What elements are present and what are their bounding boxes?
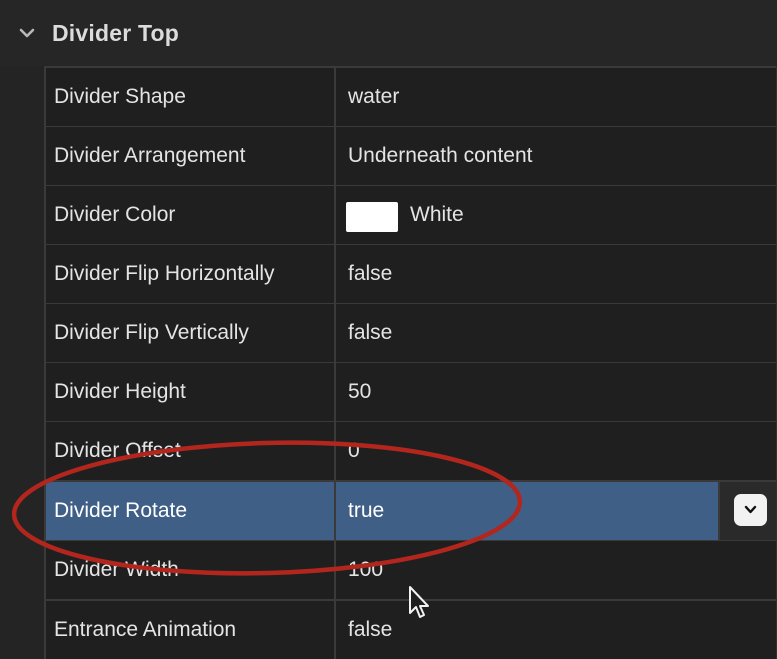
property-name-cell: Divider Height [46,363,334,421]
property-name: Divider Offset [54,439,181,462]
property-value-cell[interactable]: White [336,186,776,244]
dropdown-area [720,482,776,540]
property-row-divider-color[interactable]: Divider Color White [44,186,776,244]
property-name-cell: Divider Arrangement [46,127,334,185]
property-name-cell: Divider Color [46,186,334,244]
property-name: Divider Flip Vertically [54,321,249,344]
property-value-cell[interactable]: Underneath content [336,127,776,185]
property-name: Divider Arrangement [54,144,246,167]
property-row-divider-shape[interactable]: Divider Shape water [44,68,776,126]
property-value[interactable]: false [348,262,392,286]
property-name: Divider Height [54,380,186,403]
property-name-cell: Divider Width [46,541,334,599]
property-value[interactable]: true [348,499,384,523]
property-name: Entrance Animation [54,618,237,641]
property-name: Divider Width [54,558,179,581]
property-name: Divider Flip Horizontally [54,262,275,285]
left-gutter [0,66,44,659]
property-row-divider-arrangement[interactable]: Divider Arrangement Underneath content [44,127,776,185]
dropdown-chevron-icon [744,505,757,514]
property-name-cell: Divider Shape [46,68,334,126]
property-value[interactable]: false [348,321,392,345]
property-row-divider-rotate[interactable]: Divider Rotate true [44,482,776,540]
property-value[interactable]: false [348,618,392,642]
property-name-cell: Divider Flip Vertically [46,304,334,362]
property-value-cell[interactable]: 0 [336,422,776,480]
color-swatch[interactable] [346,202,398,232]
property-value-cell[interactable]: false [336,245,776,303]
property-value-cell[interactable]: 50 [336,363,776,421]
property-row-divider-height[interactable]: Divider Height 50 [44,363,776,421]
property-value[interactable]: 100 [348,558,383,582]
property-value-cell[interactable]: false [336,304,776,362]
section-title: Divider Top [52,20,180,46]
property-name-cell: Entrance Animation [46,601,334,659]
mouse-pointer-icon [409,586,429,618]
property-row-divider-flip-vertically[interactable]: Divider Flip Vertically false [44,304,776,362]
property-value[interactable]: Underneath content [348,144,532,168]
property-value-cell[interactable]: false [336,601,776,659]
property-grid: Divider Shape water Divider Arrangement … [44,66,776,659]
property-value[interactable]: 50 [348,380,371,404]
property-name: Divider Rotate [54,499,188,522]
property-name-cell: Divider Flip Horizontally [46,245,334,303]
property-value-cell[interactable]: 100 [336,541,776,599]
property-value-cell[interactable]: water [336,68,776,126]
property-value[interactable]: White [410,203,464,227]
chevron-down-icon[interactable] [18,24,36,42]
property-row-divider-flip-horizontally[interactable]: Divider Flip Horizontally false [44,245,776,303]
section-header[interactable]: Divider Top [0,0,777,66]
property-name: Divider Shape [54,85,186,108]
dropdown-button[interactable] [734,494,767,526]
properties-panel: Divider Top Divider Shape water Divider … [0,0,777,659]
property-name-cell: Divider Offset [46,422,334,480]
property-row-divider-offset[interactable]: Divider Offset 0 [44,422,776,480]
property-value-cell[interactable]: true [336,482,718,540]
property-name-cell: Divider Rotate [46,482,334,540]
property-value[interactable]: 0 [348,439,360,463]
property-name: Divider Color [54,203,176,226]
property-value[interactable]: water [348,85,399,109]
